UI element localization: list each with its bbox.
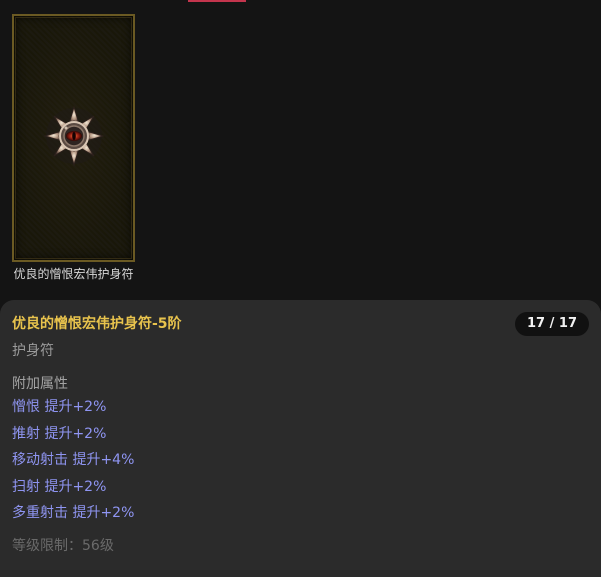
- affix-list: 憎恨 提升+2% 推射 提升+2% 移动射击 提升+4% 扫射 提升+2% 多重…: [12, 394, 589, 527]
- inventory-page: 优良的憎恨宏伟护身符 优良的憎恨宏伟护身符-5阶 17 / 17 护身符 附加属…: [0, 0, 601, 577]
- item-tooltip: 优良的憎恨宏伟护身符-5阶 17 / 17 护身符 附加属性 憎恨 提升+2% …: [0, 300, 601, 577]
- affix-line: 多重射击 提升+2%: [12, 505, 135, 521]
- amulet-icon: [43, 105, 105, 167]
- affix-section-label: 附加属性: [12, 376, 68, 392]
- affix-line: 憎恨 提升+2%: [12, 399, 107, 415]
- item-title: 优良的憎恨宏伟护身符-5阶: [12, 316, 182, 332]
- level-requirement: 等级限制：56级: [12, 537, 114, 554]
- item-card-amulet[interactable]: [12, 14, 135, 262]
- tooltip-header: 优良的憎恨宏伟护身符-5阶 17 / 17: [12, 312, 589, 336]
- affix-line: 移动射击 提升+4%: [12, 452, 135, 468]
- affix-line: 扫射 提升+2%: [12, 478, 107, 495]
- item-type: 护身符: [12, 343, 54, 359]
- affix-line: 推射 提升+2%: [12, 425, 107, 442]
- item-card-label: 优良的憎恨宏伟护身符: [13, 267, 134, 281]
- stack-count-badge: 17 / 17: [515, 312, 589, 336]
- active-tab-indicator: [188, 0, 246, 2]
